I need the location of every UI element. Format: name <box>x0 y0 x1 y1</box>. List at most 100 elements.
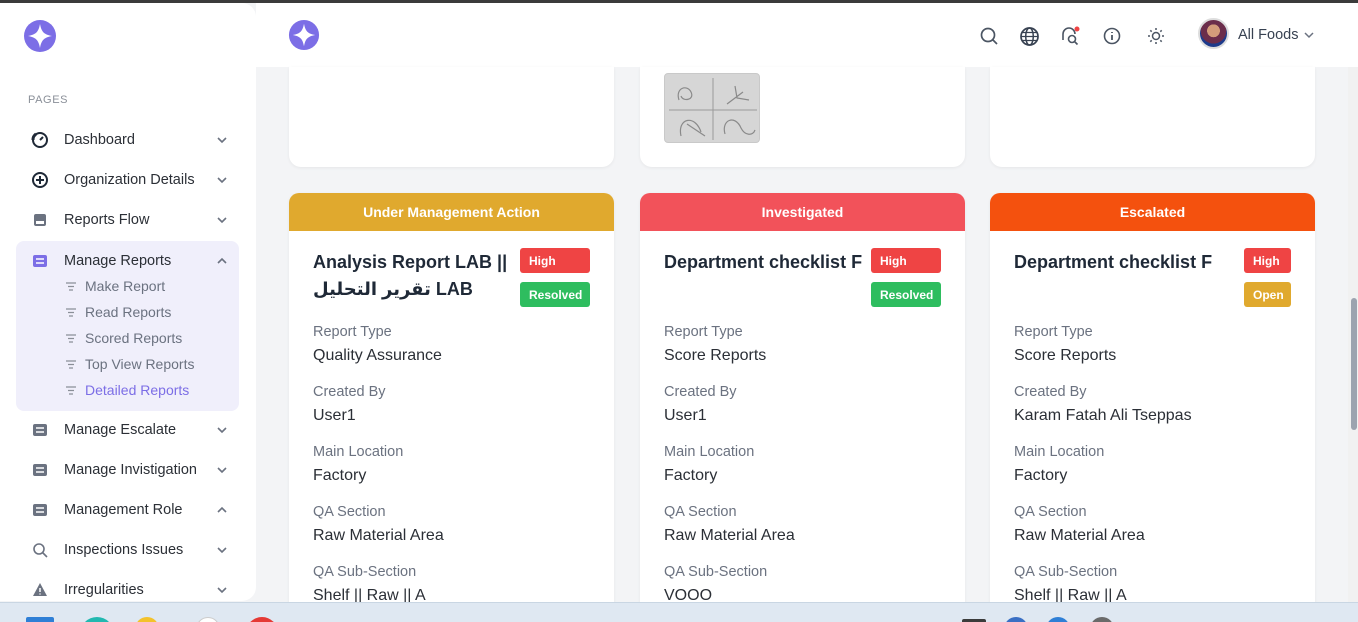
field-label: Main Location <box>664 444 755 460</box>
account-menu[interactable]: All Foods <box>1238 27 1315 43</box>
list-box-icon <box>30 500 50 520</box>
field-label: QA Sub-Section <box>313 564 417 580</box>
field-label: QA Sub-Section <box>1014 564 1118 580</box>
taskbar-app-icon[interactable] <box>1090 617 1114 622</box>
sidebar-item-label: Reports Flow <box>64 212 150 228</box>
sidebar-subitem-label: Read Reports <box>85 304 172 320</box>
field-label: QA Section <box>664 504 737 520</box>
sidebar-item-inspections-issues[interactable]: Inspections Issues <box>16 530 239 570</box>
sidebar-item-label: Inspections Issues <box>64 542 184 558</box>
chevron-up-icon <box>217 506 227 513</box>
field-label: Created By <box>1014 384 1087 400</box>
taskbar-app-icon[interactable] <box>1046 617 1070 622</box>
list-box-icon <box>30 460 50 480</box>
chevron-down-icon <box>217 137 227 144</box>
sidebar-subitem-read-reports[interactable]: Read Reports <box>66 301 171 323</box>
sidebar-item-organization-details[interactable]: Organization Details <box>16 160 239 200</box>
state-badge: Resolved <box>871 282 941 307</box>
priority-badge: High <box>1244 248 1291 273</box>
windows-start-icon[interactable] <box>26 617 54 622</box>
sidebar-subitem-label: Top View Reports <box>85 356 195 372</box>
report-title: Department checklist F <box>664 252 863 272</box>
chevron-down-icon <box>217 427 227 434</box>
sidebar-subitem-label: Make Report <box>85 278 166 294</box>
dashboard-gauge-icon <box>30 130 50 150</box>
report-title: Analysis Report LAB || تقرير التحليل LAB <box>313 252 508 299</box>
sidebar-item-label: Dashboard <box>64 132 135 148</box>
sidebar-item-reports-flow[interactable]: Reports Flow <box>16 200 239 240</box>
signature-image <box>664 73 760 143</box>
taskbar-app-icon[interactable] <box>135 617 159 622</box>
brand-logo-icon[interactable] <box>23 19 57 53</box>
search-icon <box>30 540 50 560</box>
report-card[interactable]: Escalated Department checklist F High Op… <box>990 193 1315 613</box>
sun-theme-icon[interactable] <box>1145 25 1167 47</box>
sidebar-subitem-label: Scored Reports <box>85 330 183 346</box>
sidebar-item-label: Manage Reports <box>64 253 172 269</box>
sidebar: PAGES Dashboard Organization Details Rep… <box>0 3 256 601</box>
field-value: Quality Assurance <box>313 347 442 364</box>
taskbar-app-icon[interactable] <box>246 617 278 622</box>
brand-logo-icon[interactable] <box>288 19 320 51</box>
field-label: Report Type <box>664 324 743 340</box>
list-box-icon <box>30 420 50 440</box>
field-value: User1 <box>313 407 356 424</box>
sidebar-subitem-top-view-reports[interactable]: Top View Reports <box>66 353 194 375</box>
report-card[interactable]: Under Management Action Analysis Report … <box>289 193 614 613</box>
field-label: QA Section <box>313 504 386 520</box>
chevron-down-icon <box>217 177 227 184</box>
report-card-partial <box>640 67 965 167</box>
sidebar-item-manage-escalate[interactable]: Manage Escalate <box>16 410 239 450</box>
field-value: Raw Material Area <box>664 527 795 544</box>
sidebar-item-management-role[interactable]: Management Role <box>16 490 239 530</box>
notification-search-icon[interactable] <box>1059 25 1081 47</box>
lines-icon <box>66 359 76 369</box>
sidebar-subitem-scored-reports[interactable]: Scored Reports <box>66 327 182 349</box>
field-label: Main Location <box>313 444 404 460</box>
report-card-partial <box>990 67 1315 167</box>
warning-icon <box>30 580 50 600</box>
chevron-down-icon <box>1304 32 1314 39</box>
sidebar-item-label: Manage Invistigation <box>64 462 197 478</box>
globe-icon[interactable] <box>1018 25 1040 47</box>
field-label: Created By <box>313 384 386 400</box>
taskbar-app-icon[interactable] <box>80 617 114 622</box>
field-value: Factory <box>313 467 367 484</box>
chevron-down-icon <box>217 467 227 474</box>
folder-icon <box>30 210 50 230</box>
taskbar-app-icon[interactable] <box>196 617 220 622</box>
info-icon[interactable] <box>1101 25 1123 47</box>
field-value: User1 <box>664 407 707 424</box>
page-scrollbar-thumb[interactable] <box>1351 298 1357 430</box>
sidebar-item-dashboard[interactable]: Dashboard <box>16 120 239 160</box>
field-value: Score Reports <box>664 347 767 364</box>
report-card[interactable]: Investigated Department checklist F High… <box>640 193 965 613</box>
chevron-down-icon <box>217 217 227 224</box>
lines-icon <box>66 307 76 317</box>
sidebar-item-label: Organization Details <box>64 172 195 188</box>
priority-badge: High <box>520 248 590 273</box>
report-title: Department checklist F <box>1014 252 1213 272</box>
sidebar-item-label: Irregularities <box>64 582 144 598</box>
sidebar-subitem-make-report[interactable]: Make Report <box>66 275 165 297</box>
sidebar-item-label: Management Role <box>64 502 183 518</box>
report-card-partial <box>289 67 614 167</box>
sidebar-item-label: Manage Escalate <box>64 422 177 438</box>
os-taskbar <box>0 602 1358 622</box>
search-icon[interactable] <box>978 25 1000 47</box>
account-name: All Foods <box>1238 27 1299 43</box>
avatar[interactable] <box>1198 18 1229 49</box>
status-header: Escalated <box>990 193 1315 231</box>
field-value: Factory <box>1014 467 1068 484</box>
field-label: Report Type <box>1014 324 1093 340</box>
sidebar-item-manage-invistigation[interactable]: Manage Invistigation <box>16 450 239 490</box>
sidebar-subitem-detailed-reports[interactable]: Detailed Reports <box>66 379 189 401</box>
lines-icon <box>66 281 76 291</box>
lines-icon <box>66 385 76 395</box>
field-label: Main Location <box>1014 444 1105 460</box>
taskbar-app-icon[interactable] <box>1004 617 1028 622</box>
state-badge: Resolved <box>520 282 590 307</box>
field-value: Score Reports <box>1014 347 1117 364</box>
sidebar-item-irregularities[interactable]: Irregularities <box>16 570 239 601</box>
list-box-icon <box>30 251 50 271</box>
